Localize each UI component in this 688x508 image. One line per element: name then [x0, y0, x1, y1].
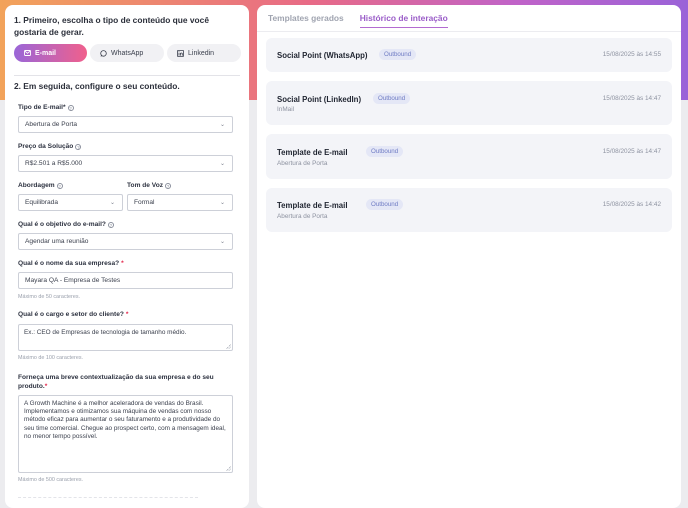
results-panel: Templates gerados Histórico de interação… [257, 5, 681, 508]
email-type-button[interactable]: E-mail [14, 44, 87, 62]
context-hint: Máximo de 500 caracteres. [18, 477, 84, 483]
price-label-text: Preço da Solução [18, 143, 74, 150]
company-label-text: Qual é o nome da sua empresa? [18, 260, 120, 267]
outbound-badge: Outbound [373, 93, 411, 104]
history-card-date: 15/08/2025 às 14:47 [602, 95, 661, 102]
price-value: R$2.501 a R$5.000 [25, 160, 83, 167]
email-type-label-text: Tipo de E-mail* [18, 104, 66, 111]
tone-value: Formal [134, 199, 155, 206]
tabs-divider [257, 31, 681, 32]
company-hint: Máximo de 50 caracteres. [18, 294, 81, 300]
content-config-panel: 1. Primeiro, escolha o tipo de conteúdo … [5, 5, 249, 508]
linkedin-type-label: Linkedin [188, 49, 215, 57]
objective-value: Agendar uma reunião [25, 238, 89, 245]
whatsapp-type-label: WhatsApp [111, 49, 144, 57]
linkedin-icon [177, 49, 184, 57]
chevron-down-icon: ⌄ [219, 239, 225, 245]
price-field-label: Preço da Solução ? [18, 143, 82, 150]
price-select[interactable]: R$2.501 a R$5.000 ⌄ [18, 155, 233, 172]
history-card-title: Template de E-mail [277, 148, 348, 157]
history-card-date: 15/08/2025 às 14:55 [602, 51, 661, 58]
history-card[interactable]: Social Point (LinkedIn) Outbound InMail … [266, 81, 672, 125]
resize-handle[interactable] [226, 344, 231, 349]
objective-field-label: Qual é o objetivo do e-mail? ? [18, 221, 114, 228]
resize-handle[interactable] [226, 466, 231, 471]
client-role-hint: Máximo de 100 caracteres. [18, 355, 84, 361]
help-icon[interactable]: ? [107, 221, 114, 228]
email-type-label: E-mail [35, 49, 57, 57]
approach-label-text: Abordagem [18, 182, 55, 189]
chevron-down-icon: ⌄ [109, 200, 115, 206]
context-field-label: Forneça uma breve contextualização da su… [18, 373, 233, 391]
client-role-placeholder: Ex.: CEO de Empresas de tecnologia de ta… [24, 329, 187, 336]
help-icon[interactable]: ? [165, 182, 172, 189]
history-card-date: 15/08/2025 às 14:47 [602, 148, 661, 155]
email-type-value: Abertura de Porta [25, 121, 78, 128]
tone-select[interactable]: Formal ⌄ [127, 194, 233, 211]
required-mark: * [121, 260, 124, 267]
whatsapp-icon [100, 49, 107, 57]
history-card[interactable]: Social Point (WhatsApp) Outbound 15/08/2… [266, 38, 672, 72]
history-card-title: Template de E-mail [277, 201, 348, 210]
objective-select[interactable]: Agendar uma reunião ⌄ [18, 233, 233, 250]
client-role-label-text: Qual é o cargo e setor do cliente? [18, 311, 124, 318]
tab-history[interactable]: Histórico de interação [359, 13, 448, 28]
whatsapp-type-button[interactable]: WhatsApp [90, 44, 164, 62]
help-icon[interactable]: ? [56, 182, 63, 189]
linkedin-type-button[interactable]: Linkedin [167, 44, 241, 62]
context-label-text: Forneça uma breve contextualização da su… [18, 374, 214, 390]
objective-label-text: Qual é o objetivo do e-mail? [18, 221, 106, 228]
history-card-subtitle: InMail [277, 106, 295, 113]
outbound-badge: Outbound [366, 199, 404, 210]
chevron-down-icon: ⌄ [219, 200, 225, 206]
chevron-down-icon: ⌄ [219, 161, 225, 167]
history-card-subtitle: Abertura de Porta [277, 213, 328, 220]
chevron-down-icon: ⌄ [219, 122, 225, 128]
outbound-badge: Outbound [366, 146, 404, 157]
company-field-label: Qual é o nome da sua empresa? * [18, 260, 124, 267]
history-card[interactable]: Template de E-mail Outbound Abertura de … [266, 188, 672, 232]
tab-templates[interactable]: Templates gerados [268, 13, 344, 28]
help-icon[interactable]: ? [67, 104, 74, 111]
context-value: A Growth Machine é a melhor aceleradora … [24, 400, 226, 440]
content-type-selector: E-mail WhatsApp Linkedin [14, 44, 241, 62]
approach-select[interactable]: Equilibrada ⌄ [18, 194, 123, 211]
help-icon[interactable]: ? [75, 143, 82, 150]
approach-value: Equilibrada [25, 199, 58, 206]
tone-field-label: Tom de Voz ? [127, 182, 172, 189]
section-divider [14, 75, 240, 76]
company-input[interactable]: Mayara QA - Empresa de Testes [18, 272, 233, 289]
outbound-badge: Outbound [379, 49, 417, 60]
required-mark: * [125, 311, 129, 318]
context-textarea[interactable]: A Growth Machine é a melhor aceleradora … [18, 395, 233, 473]
approach-field-label: Abordagem ? [18, 182, 63, 189]
history-card-title: Social Point (LinkedIn) [277, 95, 362, 104]
history-card[interactable]: Template de E-mail Outbound Abertura de … [266, 134, 672, 179]
step2-title: 2. Em seguida, configure o seu conteúdo. [14, 81, 180, 91]
results-tabs: Templates gerados Histórico de interação [268, 13, 448, 28]
company-value: Mayara QA - Empresa de Testes [25, 277, 121, 284]
client-role-field-label: Qual é o cargo e setor do cliente? * [18, 311, 128, 318]
history-card-subtitle: Abertura de Porta [277, 160, 328, 167]
history-card-date: 15/08/2025 às 14:42 [602, 201, 661, 208]
email-type-field-label: Tipo de E-mail* ? [18, 104, 74, 111]
next-section-cutoff [18, 497, 198, 503]
tone-label-text: Tom de Voz [127, 182, 164, 189]
email-type-select[interactable]: Abertura de Porta ⌄ [18, 116, 233, 133]
required-mark: * [44, 383, 48, 390]
client-role-textarea[interactable]: Ex.: CEO de Empresas de tecnologia de ta… [18, 324, 233, 351]
history-card-title: Social Point (WhatsApp) [277, 51, 368, 60]
mail-icon [24, 50, 31, 56]
step1-title: 1. Primeiro, escolha o tipo de conteúdo … [14, 15, 209, 37]
